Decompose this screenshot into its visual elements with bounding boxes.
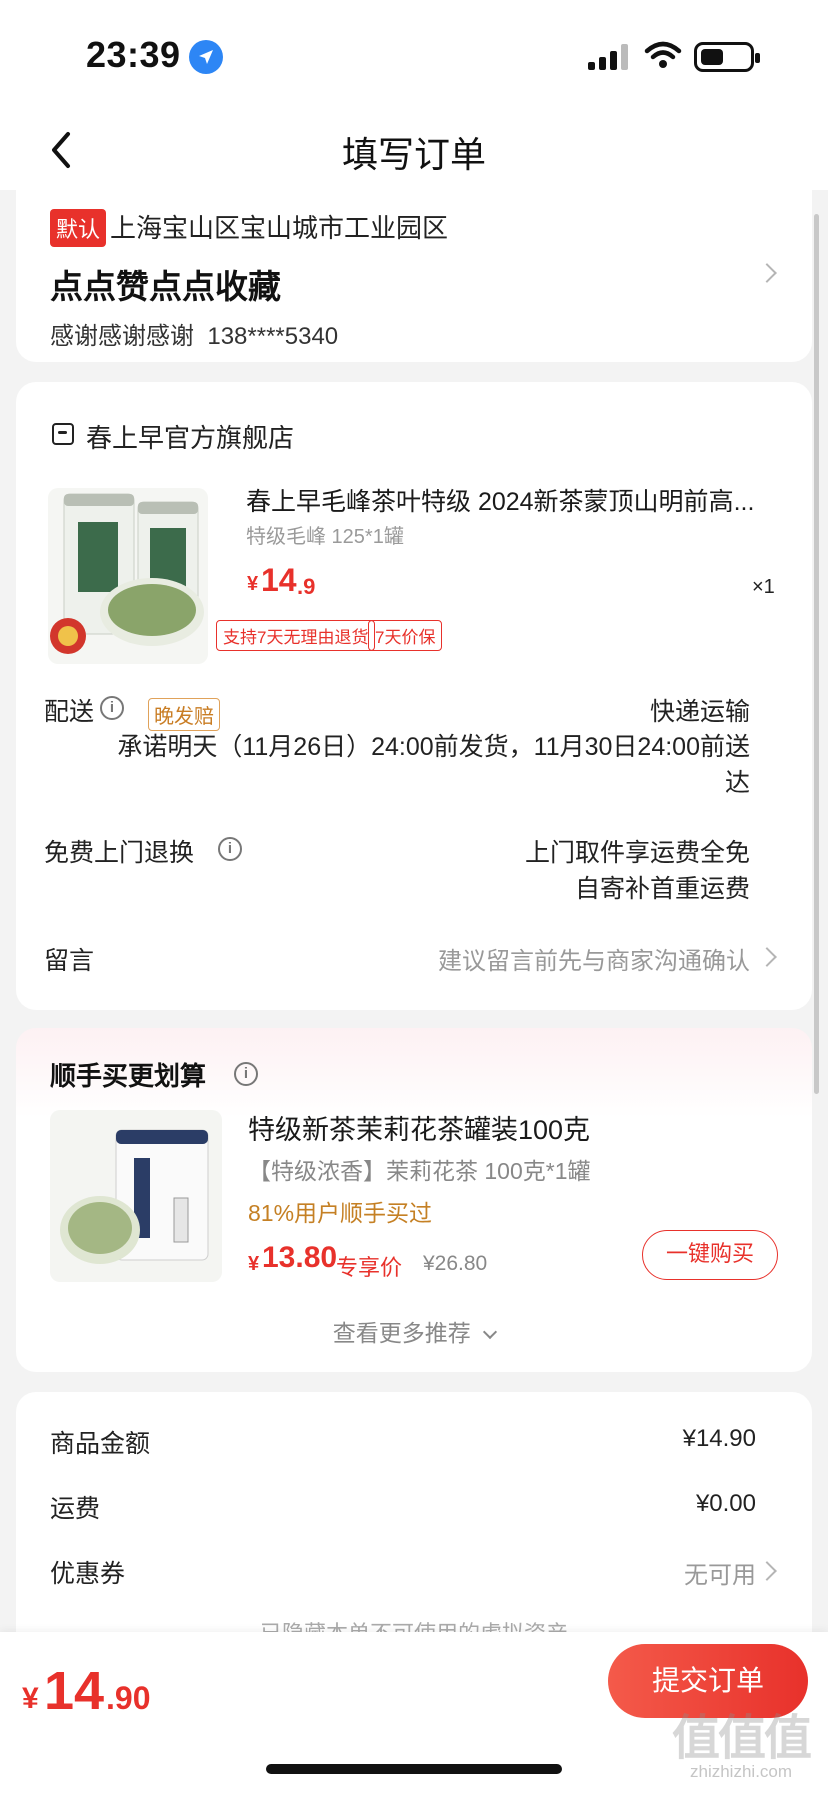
- address-card[interactable]: 默认 上海宝山区宝山城市工业园区 点点赞点点收藏 感谢感谢感谢 138****5…: [16, 186, 812, 362]
- remark-input[interactable]: 建议留言前先与商家沟通确认: [346, 941, 750, 976]
- contact-name: 感谢感谢感谢: [50, 323, 194, 350]
- goods-amount-label: 商品金额: [50, 1430, 151, 1458]
- delivery-method: 快递运输: [649, 698, 750, 726]
- recommend-social-proof: 81%用户顺手买过: [248, 1200, 433, 1226]
- total-price-integer: 14: [44, 1661, 105, 1721]
- store-icon: [52, 423, 74, 445]
- wifi-icon: [644, 40, 682, 70]
- recommend-card: 顺手买更划算 i 特级新茶茉莉花茶罐装100克 【特级浓香】茉莉花茶 100克*…: [16, 1028, 812, 1372]
- recommend-price-symbol: ¥: [248, 1253, 260, 1275]
- store-name[interactable]: 春上早官方旗舰店: [86, 418, 294, 455]
- product-title[interactable]: 春上早毛峰茶叶特级 2024新茶蒙顶山明前高...: [246, 482, 786, 518]
- one-click-buy-button[interactable]: 一键购买: [642, 1230, 778, 1280]
- coupon-label: 优惠券: [50, 1560, 126, 1588]
- order-summary-card: 商品金额 ¥14.90 运费 ¥0.00 优惠券 无可用 已隐藏本单不可使用的虚…: [16, 1392, 812, 1652]
- chevron-right-icon: [757, 1561, 777, 1581]
- product-quantity: ×1: [752, 576, 775, 598]
- more-recommendations-label: 查看更多推荐: [332, 1320, 471, 1346]
- recommend-product-image[interactable]: [50, 1110, 222, 1282]
- location-arrow-icon: [189, 40, 223, 74]
- shipping-value: ¥0.00: [695, 1490, 756, 1517]
- contact-phone: 138****5340: [207, 323, 339, 350]
- recommend-price: 13.80: [262, 1241, 338, 1274]
- recommend-price-label: 专享价: [336, 1255, 403, 1280]
- nav-bar: 填写订单: [0, 110, 828, 190]
- price-protect-tag: 7天价保: [368, 620, 443, 651]
- chevron-right-icon: [757, 947, 777, 967]
- delivery-promise-line1: 承诺明天（11月26日）24:00前发货，11月30日24:00前送: [117, 733, 750, 761]
- delivery-promise-line2: 达: [724, 769, 750, 797]
- return-pickup-text: 上门取件享运费全免: [524, 839, 750, 867]
- product-price-symbol: ¥: [247, 573, 259, 595]
- delivery-label: 配送: [44, 698, 95, 726]
- remark-label: 留言: [44, 947, 95, 975]
- product-image[interactable]: [48, 488, 208, 664]
- recommend-title: 顺手买更划算: [50, 1061, 207, 1091]
- recommend-product-spec: 【特级浓香】茉莉花茶 100克*1罐: [248, 1158, 591, 1184]
- battery-icon: [694, 42, 760, 72]
- total-price-symbol: ¥: [22, 1682, 39, 1715]
- info-icon[interactable]: i: [218, 837, 242, 861]
- page-title: 填写订单: [341, 134, 486, 175]
- store-card: 春上早官方旗舰店 春上早毛峰茶叶特级 2024新茶蒙顶山明前高... 特级毛峰 …: [16, 382, 812, 1010]
- info-icon[interactable]: i: [100, 696, 124, 720]
- chevron-right-icon: [757, 263, 777, 283]
- watermark-url: zhizhizhi.com: [690, 1762, 793, 1781]
- cellular-signal-icon: [588, 44, 628, 70]
- shipping-label: 运费: [50, 1495, 101, 1523]
- watermark: 值值值: [672, 1712, 812, 1765]
- recommend-product-name[interactable]: 特级新茶茉莉花茶罐装100克: [248, 1108, 590, 1147]
- address-contact: 感谢感谢感谢 138****5340: [50, 316, 338, 351]
- info-icon[interactable]: i: [234, 1062, 258, 1086]
- bottom-bar: ¥ 14 .90 提交订单 值值值 zhizhizhi.com: [0, 1632, 828, 1795]
- goods-amount-value: ¥14.90: [682, 1425, 756, 1452]
- product-price-integer: 14: [261, 562, 297, 598]
- free-return-label: 免费上门退换: [44, 839, 195, 867]
- total-price-decimal: .90: [106, 1680, 151, 1716]
- product-spec: 特级毛峰 125*1罐: [246, 526, 404, 548]
- scrollbar[interactable]: [814, 214, 819, 1094]
- home-indicator: [266, 1764, 562, 1774]
- product-price-decimal: .9: [297, 574, 316, 599]
- more-recommendations-link[interactable]: 查看更多推荐: [16, 1314, 812, 1348]
- status-bar: 23:39: [0, 0, 828, 110]
- default-address-badge: 默认: [50, 209, 107, 247]
- return-policy-tag: 支持7天无理由退货: [216, 620, 376, 651]
- recommend-original-price: ¥26.80: [423, 1252, 488, 1275]
- return-self-send-text: 自寄补首重运费: [574, 875, 750, 903]
- chevron-down-icon: [483, 1324, 498, 1340]
- status-time: 23:39: [86, 34, 181, 75]
- address-name: 点点赞点点收藏: [50, 268, 281, 305]
- coupon-value[interactable]: 无可用: [456, 1555, 756, 1590]
- address-line: 上海宝山区宝山城市工业园区: [110, 213, 449, 243]
